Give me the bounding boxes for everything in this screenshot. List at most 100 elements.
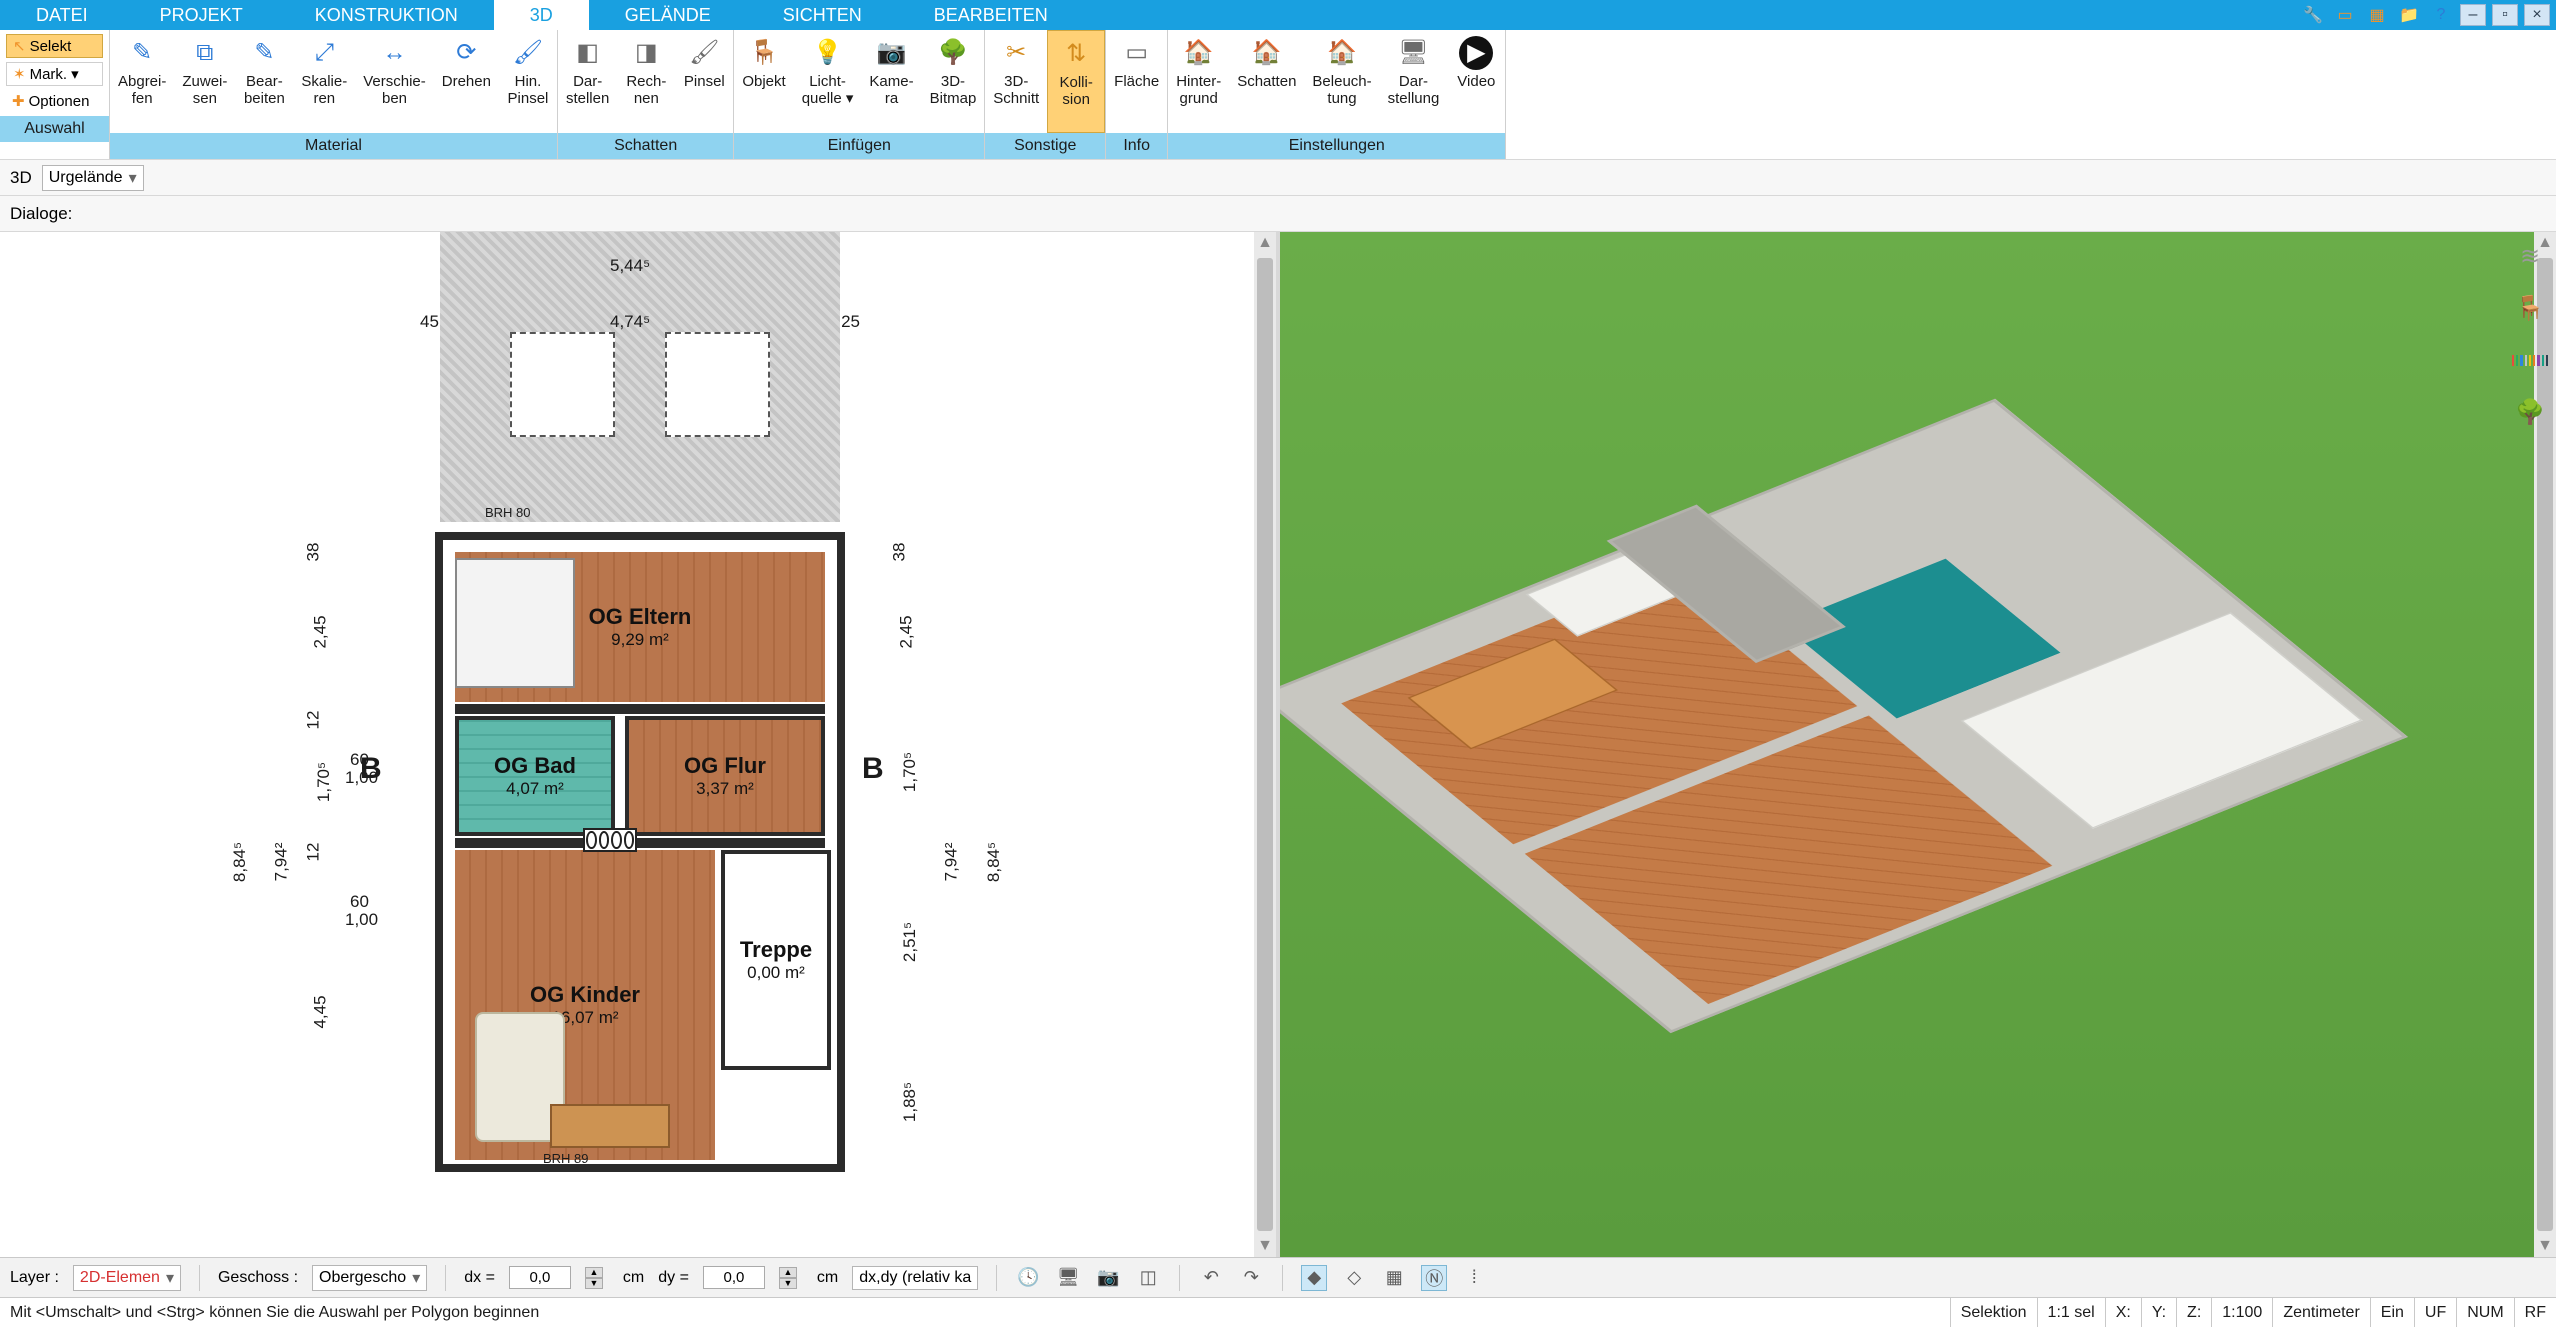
- menu-tab-bearbeiten[interactable]: BEARBEITEN: [898, 0, 1084, 30]
- ribbon-label: ra: [885, 91, 898, 108]
- folder-icon[interactable]: 📁: [2396, 4, 2422, 26]
- pane-3d[interactable]: ▲ ▼: [1280, 232, 2556, 1257]
- mark-button[interactable]: ✶Mark.▾: [6, 62, 103, 86]
- geschoss-select[interactable]: Obergescho▾: [312, 1265, 427, 1291]
- monitor-icon[interactable]: 🖥: [1055, 1265, 1081, 1291]
- selekt-button[interactable]: ↖Selekt: [6, 34, 103, 58]
- ribbon-info-0[interactable]: ▭Fläche: [1106, 30, 1167, 133]
- ribbon-material-5[interactable]: ⟳Drehen: [434, 30, 499, 133]
- redo-icon[interactable]: ↷: [1238, 1265, 1264, 1291]
- scroll-down-icon[interactable]: ▼: [1254, 1235, 1276, 1257]
- camera-icon[interactable]: 📷: [1095, 1265, 1121, 1291]
- layers-icon[interactable]: ≋: [2512, 238, 2548, 274]
- ribbon-label: tung: [1327, 91, 1356, 108]
- snap-plane-icon[interactable]: ◆: [1301, 1265, 1327, 1291]
- status-scale: 1:100: [2211, 1298, 2272, 1327]
- layer-select[interactable]: 2D-Elemen▾: [73, 1265, 181, 1291]
- dim: 60: [350, 892, 369, 912]
- optionen-button[interactable]: ✚Optionen: [6, 90, 103, 112]
- ribbon-einfuegen-1[interactable]: 💡Licht-quelle ▾: [794, 30, 862, 133]
- room-kinder: OG Kinder16,07 m²: [455, 850, 715, 1160]
- room-bad: OG Bad4,07 m²: [455, 716, 615, 836]
- window-icon[interactable]: ▭: [2332, 4, 2358, 26]
- status-bar: Mit <Umschalt> und <Strg> können Sie die…: [0, 1297, 2556, 1327]
- scroll-up-icon[interactable]: ▲: [1254, 232, 1276, 254]
- ribbon-schatten-1[interactable]: ◨Rech-nen: [617, 30, 675, 133]
- einfuegen-icon-2: 📷: [875, 36, 909, 70]
- chair-icon[interactable]: 🪑: [2512, 290, 2548, 326]
- scroll-thumb[interactable]: [1257, 258, 1273, 1231]
- crop-icon[interactable]: ◫: [1135, 1265, 1161, 1291]
- dim-top-r: 25: [841, 312, 860, 332]
- ribbon-label: Fläche: [1114, 74, 1159, 91]
- dim-top2: 4,74⁵: [610, 312, 650, 332]
- einstellungen-icon-0: 🏠: [1182, 36, 1216, 70]
- dialoge-bar: Dialoge:: [0, 196, 2556, 232]
- wrench-icon[interactable]: 🔧: [2300, 4, 2326, 26]
- menu-tab-konstruktion[interactable]: KONSTRUKTION: [279, 0, 494, 30]
- dim: 2,51⁵: [900, 922, 920, 962]
- ribbon-material-3[interactable]: ⤢Skalie-ren: [293, 30, 355, 133]
- dy-down[interactable]: ▼: [779, 1278, 797, 1289]
- maximize-button[interactable]: ▫: [2492, 4, 2518, 26]
- dx-input[interactable]: [509, 1266, 571, 1289]
- scroll-down-icon[interactable]: ▼: [2534, 1235, 2556, 1257]
- ribbon-label: sion: [1062, 92, 1090, 109]
- box-icon[interactable]: ▦: [2364, 4, 2390, 26]
- ribbon-einstellungen-0[interactable]: 🏠Hinter-grund: [1168, 30, 1229, 133]
- ribbon-material-1[interactable]: ⧉Zuwei-sen: [174, 30, 235, 133]
- ribbon-material-0[interactable]: ✎Abgrei-fen: [110, 30, 174, 133]
- grid-icon[interactable]: ▦: [1381, 1265, 1407, 1291]
- dx-down[interactable]: ▼: [585, 1278, 603, 1289]
- ribbon-einstellungen-3[interactable]: 🖥Dar-stellung: [1380, 30, 1448, 133]
- ribbon-einfuegen-3[interactable]: 🌳3D-Bitmap: [922, 30, 985, 133]
- dim: 4,45: [311, 995, 331, 1028]
- ribbon-material-2[interactable]: ✎Bear-beiten: [235, 30, 293, 133]
- dy-up[interactable]: ▲: [779, 1267, 797, 1278]
- close-button[interactable]: ×: [2524, 4, 2550, 26]
- tree-icon[interactable]: 🌳: [2512, 394, 2548, 430]
- status-ein: Ein: [2370, 1298, 2414, 1327]
- coord-mode-select[interactable]: dx,dy (relativ ka: [852, 1266, 978, 1290]
- ribbon-einstellungen-2[interactable]: 🏠Beleuch-tung: [1304, 30, 1379, 133]
- minimize-button[interactable]: –: [2460, 4, 2486, 26]
- menu-tab-sichten[interactable]: SICHTEN: [747, 0, 898, 30]
- clock-icon[interactable]: 🕓: [1015, 1265, 1041, 1291]
- dim: 12: [303, 843, 323, 862]
- ribbon-einstellungen-4[interactable]: ▶Video: [1447, 30, 1505, 133]
- ribbon-sonstige-0[interactable]: ✂3D-Schnitt: [985, 30, 1047, 133]
- north-icon[interactable]: Ⓝ: [1421, 1265, 1447, 1291]
- misc-icon[interactable]: ⁞: [1461, 1265, 1487, 1291]
- menu-tab-3d[interactable]: 3D: [494, 0, 589, 30]
- menu-tab-datei[interactable]: DATEI: [0, 0, 124, 30]
- undo-icon[interactable]: ↶: [1198, 1265, 1224, 1291]
- menu-tab-projekt[interactable]: PROJEKT: [124, 0, 279, 30]
- group-einfuegen-label: Einfügen: [734, 133, 984, 159]
- menu-tab-gelaende[interactable]: GELÄNDE: [589, 0, 747, 30]
- ribbon-material-4[interactable]: ↔Verschie-ben: [355, 30, 434, 133]
- ribbon-einfuegen-0[interactable]: 🪑Objekt: [734, 30, 793, 133]
- status-rf: RF: [2514, 1298, 2556, 1327]
- help-icon[interactable]: ?: [2428, 4, 2454, 26]
- layer-combo[interactable]: Urgelände▾: [42, 165, 144, 191]
- dx-up[interactable]: ▲: [585, 1267, 603, 1278]
- snap-icon[interactable]: ◇: [1341, 1265, 1367, 1291]
- ribbon-schatten-2[interactable]: 🖌Pinsel: [675, 30, 733, 133]
- ribbon-schatten-0[interactable]: ◧Dar-stellen: [558, 30, 617, 133]
- material-palette-icon[interactable]: [2512, 342, 2548, 378]
- dy-input[interactable]: [703, 1266, 765, 1289]
- scrollbar-2d[interactable]: ▲ ▼: [1254, 232, 1276, 1257]
- ribbon-material-6[interactable]: 🖌Hin.Pinsel: [499, 30, 557, 133]
- status-ratio: 1:1 sel: [2037, 1298, 2105, 1327]
- ribbon-label: Bitmap: [930, 91, 977, 108]
- layer-label: Layer :: [10, 1269, 59, 1287]
- workspace: 5,44⁵ 4,74⁵ 45 25 BRH 80 OG Eltern9,29 m…: [0, 232, 2556, 1257]
- pane-2d[interactable]: 5,44⁵ 4,74⁵ 45 25 BRH 80 OG Eltern9,29 m…: [0, 232, 1280, 1257]
- ribbon-einstellungen-1[interactable]: 🏠Schatten: [1229, 30, 1304, 133]
- ribbon-einfuegen-2[interactable]: 📷Kame-ra: [861, 30, 921, 133]
- einfuegen-icon-3: 🌳: [936, 36, 970, 70]
- material-icon-4: ↔: [378, 36, 412, 70]
- sonstige-icon-1: ⇅: [1059, 37, 1093, 71]
- ribbon-sonstige-1[interactable]: ⇅Kolli-sion: [1047, 30, 1105, 133]
- group-info-label: Info: [1106, 133, 1167, 159]
